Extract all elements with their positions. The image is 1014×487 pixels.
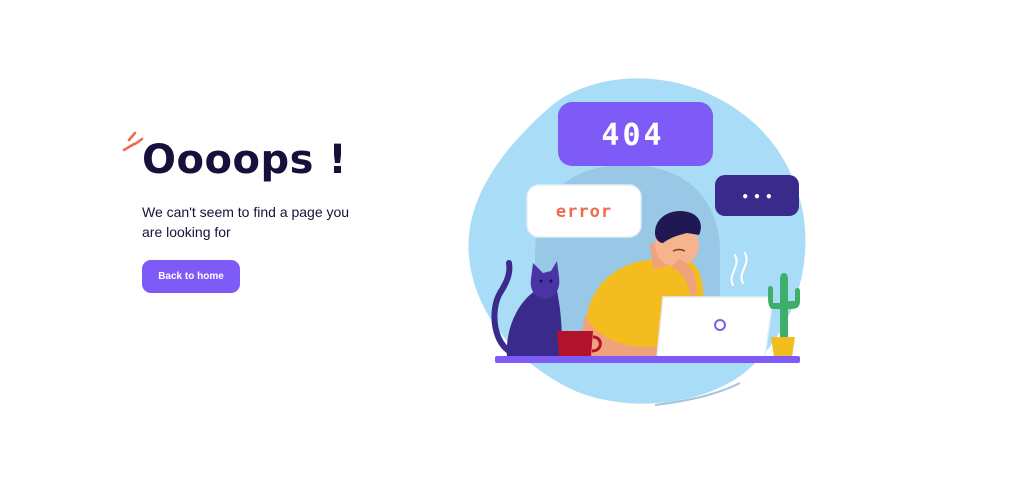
laptop-icon <box>656 296 773 358</box>
error-illustration: 404 error • • • <box>465 65 810 415</box>
code-bubble-text: 404 <box>601 118 664 153</box>
typing-bubble-text: • • • <box>741 190 772 204</box>
error-bubble: error <box>526 184 642 238</box>
typing-bubble: • • • <box>715 175 799 216</box>
error-bubble-text: error <box>556 202 612 222</box>
desk <box>495 356 800 363</box>
code-bubble: 404 <box>558 102 713 166</box>
error-content: Oooops ! We can't seem to find a page yo… <box>122 128 402 293</box>
error-message: We can't seem to find a page you are loo… <box>142 204 350 240</box>
page-title: Oooops ! <box>142 137 348 183</box>
back-to-home-button[interactable]: Back to home <box>142 260 240 293</box>
burst-icon <box>122 131 144 152</box>
